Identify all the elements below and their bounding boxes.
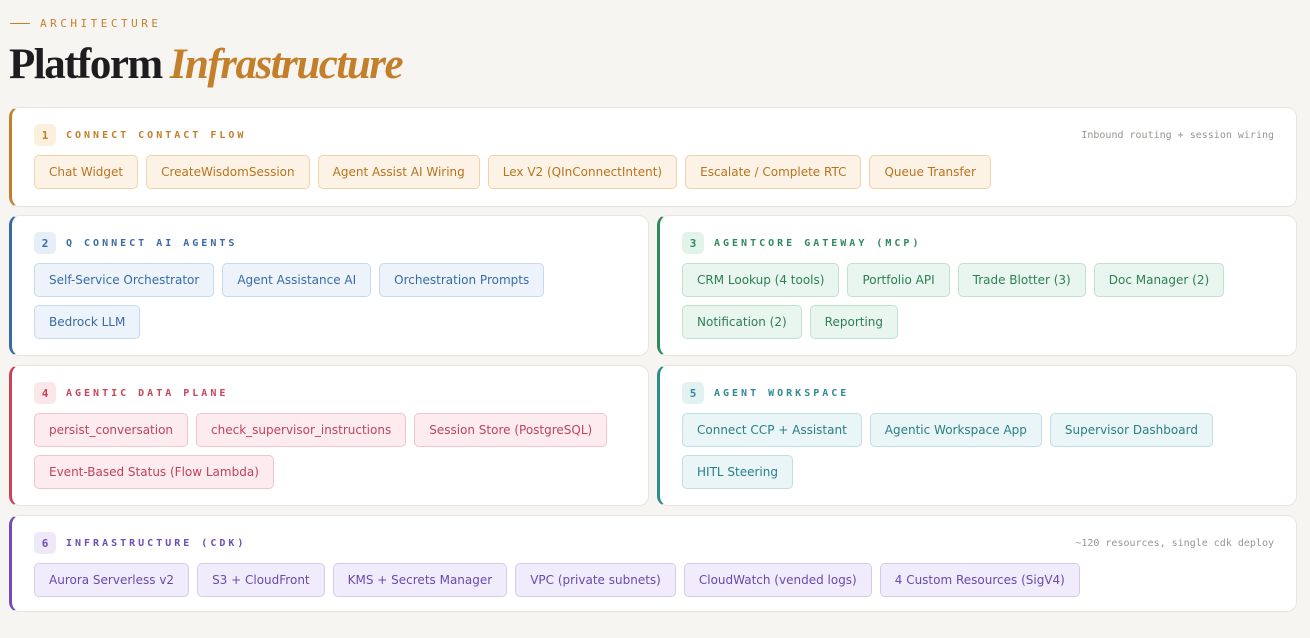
chip-event-based-status[interactable]: Event-Based Status (Flow Lambda)	[34, 455, 274, 489]
section-title: Q CONNECT AI AGENTS	[66, 237, 238, 249]
chip-hitl-steering[interactable]: HITL Steering	[682, 455, 793, 489]
section-header: 2 Q CONNECT AI AGENTS	[34, 232, 237, 254]
section-infrastructure-cdk: 6 INFRASTRUCTURE (CDK) ~120 resources, s…	[9, 515, 1297, 612]
chip-list: Connect CCP + Assistant Agentic Workspac…	[682, 413, 1274, 489]
eyebrow-line	[10, 23, 30, 24]
section-number-badge: 3	[682, 232, 704, 254]
eyebrow-label: ARCHITECTURE	[40, 17, 162, 30]
chip-vpc-private-subnets[interactable]: VPC (private subnets)	[515, 563, 676, 597]
chip-portfolio-api[interactable]: Portfolio API	[847, 263, 950, 297]
section-agentic-data-plane: 4 AGENTIC DATA PLANE persist_conversatio…	[9, 365, 649, 506]
section-agentcore-gateway: 3 AGENTCORE GATEWAY (MCP) CRM Lookup (4 …	[657, 215, 1297, 356]
chip-agent-assistance-ai[interactable]: Agent Assistance AI	[222, 263, 372, 297]
chip-check-supervisor-instructions[interactable]: check_supervisor_instructions	[196, 413, 407, 447]
chip-lex-v2[interactable]: Lex V2 (QInConnectIntent)	[487, 155, 678, 189]
section-title: AGENT WORKSPACE	[714, 387, 850, 399]
section-agent-workspace: 5 AGENT WORKSPACE Connect CCP + Assistan…	[657, 365, 1297, 506]
chip-s3-cloudfront[interactable]: S3 + CloudFront	[197, 563, 325, 597]
eyebrow: ARCHITECTURE	[10, 17, 161, 30]
section-title: AGENTCORE GATEWAY (MCP)	[714, 237, 922, 249]
section-header: 4 AGENTIC DATA PLANE	[34, 382, 228, 404]
chip-trade-blotter[interactable]: Trade Blotter (3)	[957, 263, 1086, 297]
chip-list: Chat Widget CreateWisdomSession Agent As…	[34, 155, 1274, 189]
chip-create-wisdom-session[interactable]: CreateWisdomSession	[146, 155, 310, 189]
section-connect-contact-flow: 1 CONNECT CONTACT FLOW Inbound routing +…	[9, 107, 1297, 207]
section-note: ~120 resources, single cdk deploy	[1075, 538, 1274, 549]
chip-agentic-workspace-app[interactable]: Agentic Workspace App	[869, 413, 1042, 447]
chip-custom-resources[interactable]: 4 Custom Resources (SigV4)	[879, 563, 1080, 597]
chip-supervisor-dashboard[interactable]: Supervisor Dashboard	[1049, 413, 1213, 447]
chip-notification[interactable]: Notification (2)	[682, 305, 802, 339]
chip-self-service-orchestrator[interactable]: Self-Service Orchestrator	[34, 263, 215, 297]
section-q-connect-ai-agents: 2 Q CONNECT AI AGENTS Self-Service Orche…	[9, 215, 649, 356]
chip-escalate-complete-rtc[interactable]: Escalate / Complete RTC	[685, 155, 862, 189]
section-title: INFRASTRUCTURE (CDK)	[66, 537, 247, 549]
page-title: Platform Infrastructure	[9, 40, 404, 89]
section-title: CONNECT CONTACT FLOW	[66, 129, 247, 141]
chip-agent-assist-ai-wiring[interactable]: Agent Assist AI Wiring	[317, 155, 480, 189]
chip-cloudwatch[interactable]: CloudWatch (vended logs)	[683, 563, 872, 597]
chip-list: Self-Service Orchestrator Agent Assistan…	[34, 263, 626, 339]
chip-connect-ccp-assistant[interactable]: Connect CCP + Assistant	[682, 413, 862, 447]
section-header: 3 AGENTCORE GATEWAY (MCP)	[682, 232, 921, 254]
chip-list: persist_conversation check_supervisor_in…	[34, 413, 626, 489]
chip-crm-lookup[interactable]: CRM Lookup (4 tools)	[682, 263, 840, 297]
chip-doc-manager[interactable]: Doc Manager (2)	[1093, 263, 1225, 297]
chip-list: Aurora Serverless v2 S3 + CloudFront KMS…	[34, 563, 1274, 597]
section-number-badge: 4	[34, 382, 56, 404]
chip-persist-conversation[interactable]: persist_conversation	[34, 413, 189, 447]
chip-chat-widget[interactable]: Chat Widget	[34, 155, 139, 189]
chip-queue-transfer[interactable]: Queue Transfer	[869, 155, 991, 189]
page-title-main: Platform	[9, 41, 163, 88]
section-number-badge: 2	[34, 232, 56, 254]
chip-session-store[interactable]: Session Store (PostgreSQL)	[414, 413, 608, 447]
chip-kms-secrets-manager[interactable]: KMS + Secrets Manager	[332, 563, 508, 597]
chip-bedrock-llm[interactable]: Bedrock LLM	[34, 305, 141, 339]
section-header: 6 INFRASTRUCTURE (CDK)	[34, 532, 246, 554]
chip-orchestration-prompts[interactable]: Orchestration Prompts	[379, 263, 545, 297]
chip-aurora-serverless[interactable]: Aurora Serverless v2	[34, 563, 190, 597]
chip-reporting[interactable]: Reporting	[809, 305, 899, 339]
section-note: Inbound routing + session wiring	[1081, 130, 1274, 141]
section-header: 1 CONNECT CONTACT FLOW	[34, 124, 246, 146]
section-number-badge: 1	[34, 124, 56, 146]
chip-list: CRM Lookup (4 tools) Portfolio API Trade…	[682, 263, 1274, 339]
page-title-accent: Infrastructure	[169, 41, 404, 88]
section-header: 5 AGENT WORKSPACE	[682, 382, 849, 404]
section-number-badge: 5	[682, 382, 704, 404]
section-title: AGENTIC DATA PLANE	[66, 387, 229, 399]
section-number-badge: 6	[34, 532, 56, 554]
